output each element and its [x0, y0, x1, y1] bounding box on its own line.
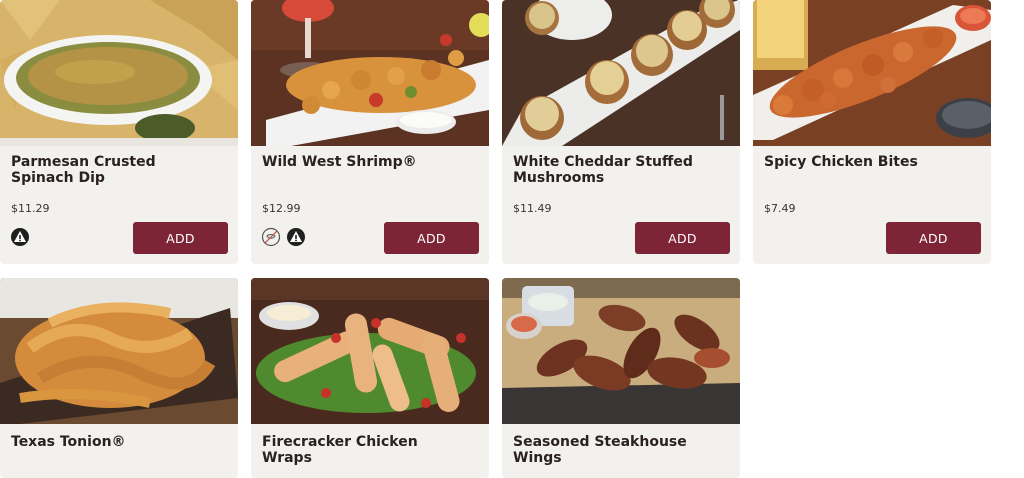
firecracker-chicken-wraps-photo[interactable] [251, 278, 489, 424]
no-peppers-icon [261, 227, 281, 247]
item-name: Firecracker Chicken Wraps [262, 434, 418, 466]
item-name: Spicy Chicken Bites [764, 154, 918, 170]
warning-icon [11, 228, 29, 246]
item-name: Parmesan Crusted Spinach Dip [11, 154, 156, 186]
add-button[interactable]: ADD [886, 222, 981, 254]
item-name: White Cheddar Stuffed Mushrooms [513, 154, 693, 186]
menu-card-texas-tonion[interactable]: Texas Tonion® [0, 278, 238, 478]
item-price: $7.49 [764, 202, 796, 215]
menu-card-spinach-dip[interactable]: Parmesan Crusted Spinach Dip $11.29 ADD [0, 0, 238, 264]
menu-card-firecracker-chicken-wraps[interactable]: Firecracker Chicken Wraps [251, 278, 489, 478]
add-button[interactable]: ADD [133, 222, 228, 254]
item-price: $12.99 [262, 202, 301, 215]
menu-card-steakhouse-wings[interactable]: Seasoned Steakhouse Wings [502, 278, 740, 478]
wild-west-shrimp-photo[interactable] [251, 0, 489, 146]
texas-tonion-photo[interactable] [0, 278, 238, 424]
item-name: Texas Tonion® [11, 434, 126, 450]
spicy-chicken-bites-photo[interactable] [753, 0, 991, 146]
spinach-dip-photo[interactable] [0, 0, 238, 146]
menu-card-stuffed-mushrooms[interactable]: White Cheddar Stuffed Mushrooms $11.49 A… [502, 0, 740, 264]
warning-icon [287, 228, 305, 246]
menu-card-wild-west-shrimp[interactable]: Wild West Shrimp® $12.99 ADD [251, 0, 489, 264]
stuffed-mushrooms-photo[interactable] [502, 0, 740, 146]
item-name: Seasoned Steakhouse Wings [513, 434, 687, 466]
add-button[interactable]: ADD [384, 222, 479, 254]
item-price: $11.29 [11, 202, 50, 215]
menu-card-spicy-chicken-bites[interactable]: Spicy Chicken Bites $7.49 ADD [753, 0, 991, 264]
item-price: $11.49 [513, 202, 552, 215]
add-button[interactable]: ADD [635, 222, 730, 254]
steakhouse-wings-photo[interactable] [502, 278, 740, 424]
item-name: Wild West Shrimp® [262, 154, 417, 170]
